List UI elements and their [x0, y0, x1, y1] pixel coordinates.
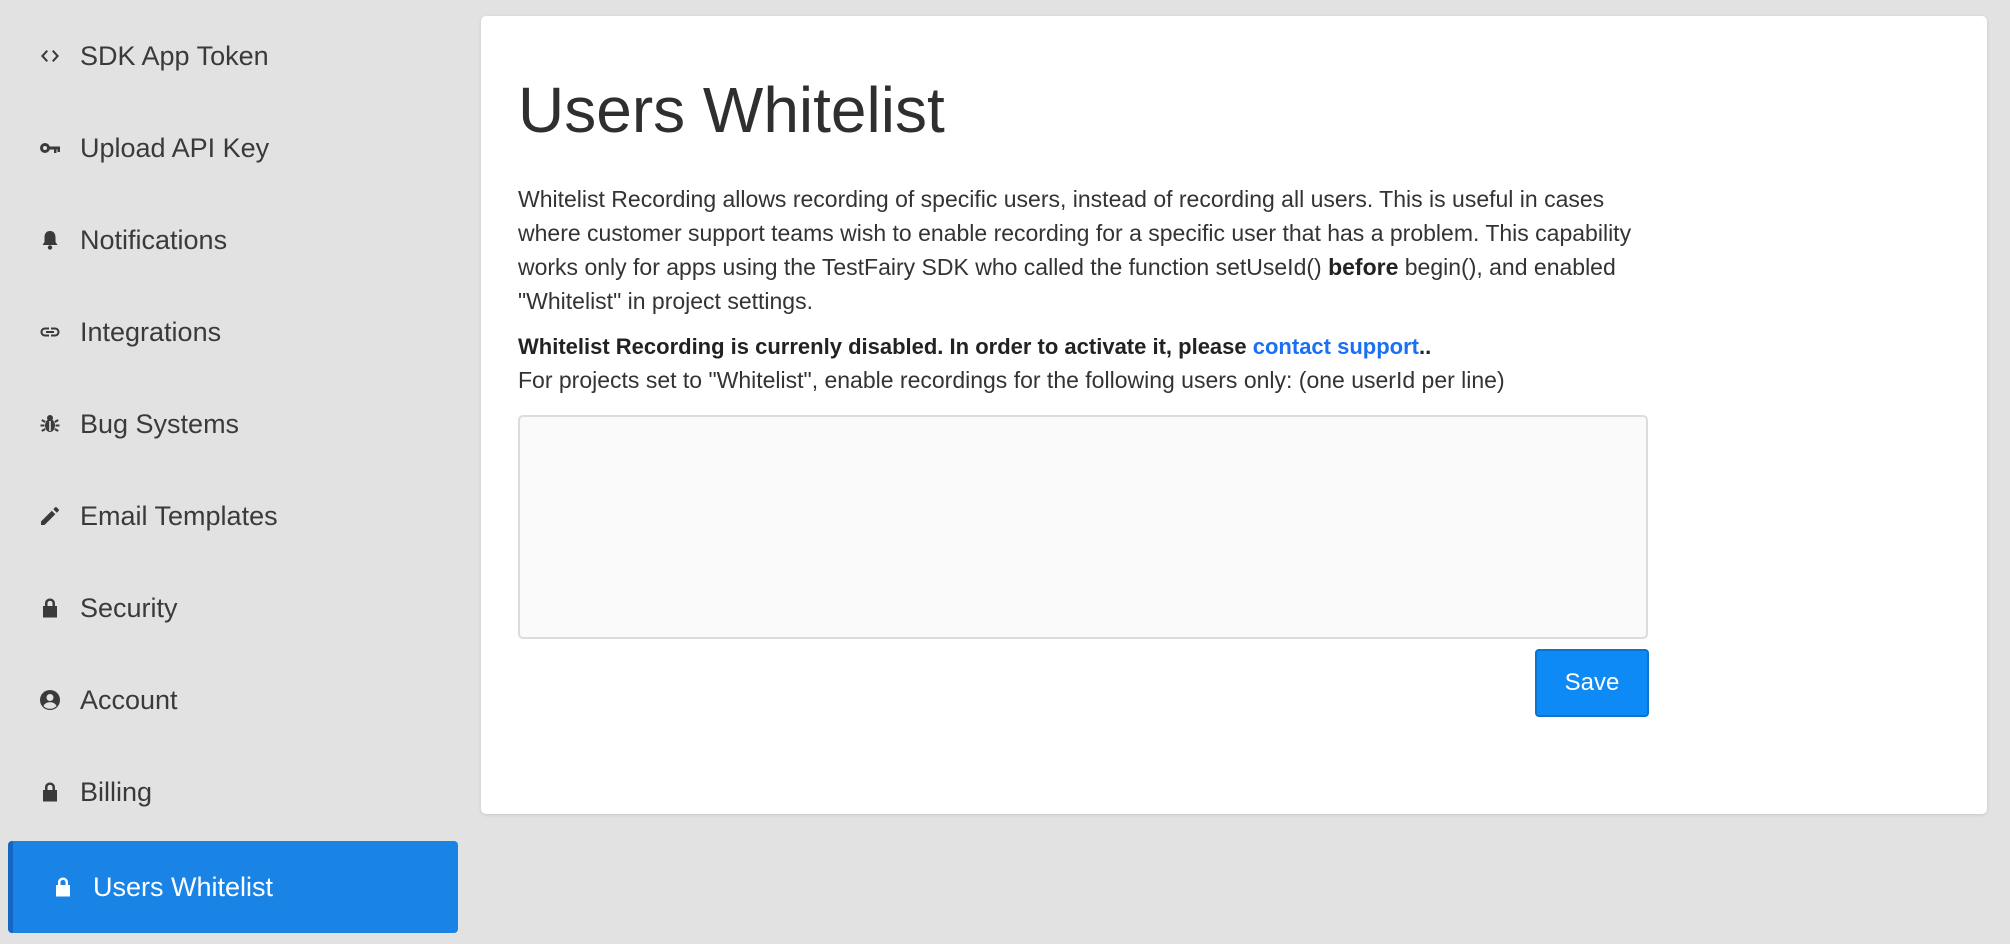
whitelist-users-textarea[interactable]: [518, 415, 1648, 639]
link-icon: [36, 318, 64, 346]
sidebar-item-account[interactable]: Account: [8, 654, 458, 746]
sidebar-item-bug-systems[interactable]: Bug Systems: [8, 378, 458, 470]
sidebar-item-label: Upload API Key: [80, 132, 270, 163]
description: Whitelist Recording allows recording of …: [518, 182, 1668, 318]
sidebar-item-security[interactable]: Security: [8, 562, 458, 654]
lock-icon: [49, 873, 77, 901]
sidebar-item-label: Billing: [80, 776, 153, 807]
contact-support-link[interactable]: contact support: [1253, 334, 1419, 359]
sidebar-item-notifications[interactable]: Notifications: [8, 194, 458, 286]
instruction-text: For projects set to "Whitelist", enable …: [518, 367, 1505, 393]
status-suffix: ..: [1418, 334, 1432, 359]
main-card: Users Whitelist Whitelist Recording allo…: [481, 16, 1987, 814]
user-circle-icon: [36, 686, 64, 714]
key-icon: [36, 134, 64, 162]
sidebar-item-upload-api-key[interactable]: Upload API Key: [8, 102, 458, 194]
sidebar-item-label: Bug Systems: [80, 408, 240, 439]
sidebar-item-integrations[interactable]: Integrations: [8, 286, 458, 378]
status-text: Whitelist Recording is currenly disabled…: [518, 334, 1253, 359]
lock-icon: [36, 594, 64, 622]
sidebar-item-label: SDK App Token: [80, 40, 269, 71]
bell-icon: [36, 226, 64, 254]
sidebar-item-sdk-app-token[interactable]: SDK App Token: [8, 10, 458, 102]
page-title: Users Whitelist: [518, 74, 945, 146]
pencil-icon: [36, 502, 64, 530]
sidebar-item-label: Integrations: [80, 316, 222, 347]
sidebar-item-label: Notifications: [80, 224, 228, 255]
sidebar-item-users-whitelist[interactable]: Users Whitelist: [8, 841, 458, 933]
sidebar-item-billing[interactable]: Billing: [8, 746, 458, 838]
sidebar-item-label: Account: [80, 684, 178, 715]
sidebar-item-email-templates[interactable]: Email Templates: [8, 470, 458, 562]
sidebar-item-label: Email Templates: [80, 500, 278, 531]
sidebar-item-label: Users Whitelist: [93, 871, 274, 902]
sidebar: SDK App Token Upload API Key Notificatio…: [0, 0, 470, 944]
sidebar-item-label: Security: [80, 592, 178, 623]
bug-icon: [36, 410, 64, 438]
description-bold: before: [1328, 254, 1399, 280]
save-button[interactable]: Save: [1535, 649, 1649, 717]
status-message: Whitelist Recording is currenly disabled…: [518, 334, 1431, 360]
code-icon: [36, 42, 64, 70]
lock-icon: [36, 778, 64, 806]
